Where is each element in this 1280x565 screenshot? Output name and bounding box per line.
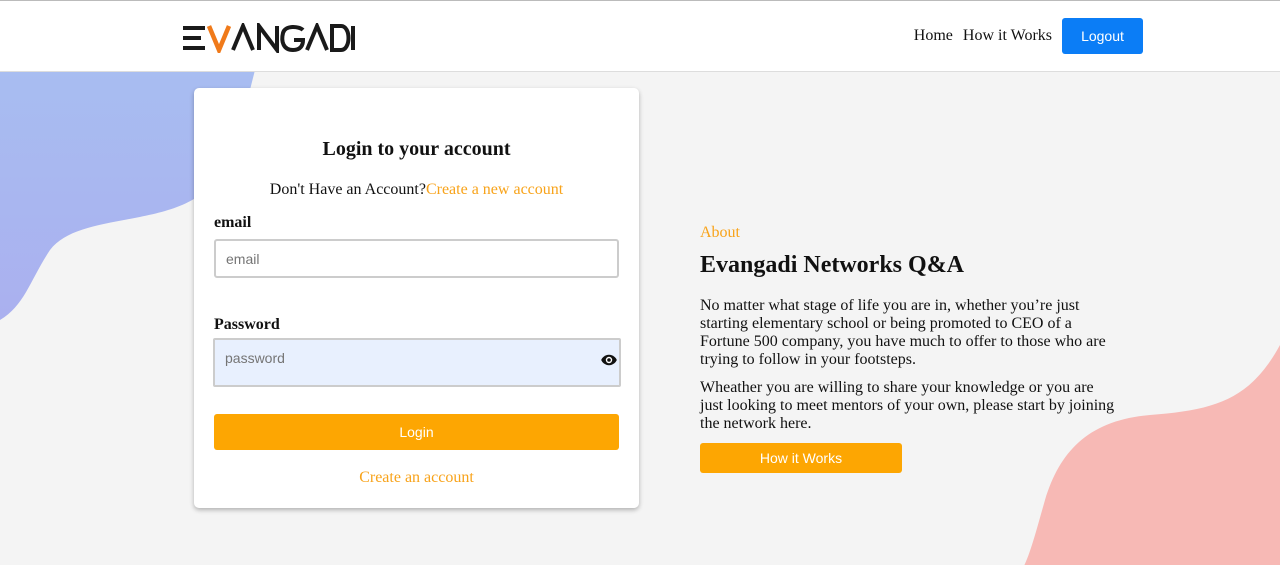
password-field [213, 338, 621, 387]
create-account-link[interactable]: Create an account [194, 469, 639, 487]
password-input[interactable] [215, 340, 619, 385]
no-account-text: Don't Have an Account? [269, 181, 426, 198]
main-nav: Home How it Works Logout [914, 18, 1143, 54]
eye-icon[interactable] [601, 354, 617, 366]
top-navbar: Home How it Works Logout [0, 0, 1280, 72]
about-paragraph-1: No matter what stage of life you are in,… [700, 297, 1106, 368]
about-title: Evangadi Networks Q&A [700, 252, 965, 278]
logo-wordmark [183, 23, 355, 53]
password-label: Password [214, 316, 280, 333]
how-it-works-button[interactable]: How it Works [700, 443, 902, 473]
nav-home-link[interactable]: Home [914, 27, 953, 45]
about-section: About Evangadi Networks Q&A No matter wh… [700, 224, 1120, 473]
about-eyebrow: About [700, 224, 740, 241]
login-button[interactable]: Login [214, 414, 619, 450]
nav-how-it-works-link[interactable]: How it Works [963, 27, 1052, 45]
email-input[interactable] [214, 239, 619, 278]
login-title: Login to your account [322, 138, 511, 160]
create-new-account-link[interactable]: Create a new account [426, 181, 563, 198]
evangadi-logo[interactable] [181, 23, 355, 53]
login-card: Login to your account Don't Have an Acco… [194, 88, 639, 508]
signup-prompt: Don't Have an Account?Create a new accou… [194, 181, 639, 199]
logout-button[interactable]: Logout [1062, 18, 1143, 54]
about-paragraph-2: Wheather you are willing to share your k… [700, 379, 1115, 432]
email-label: email [214, 214, 252, 231]
